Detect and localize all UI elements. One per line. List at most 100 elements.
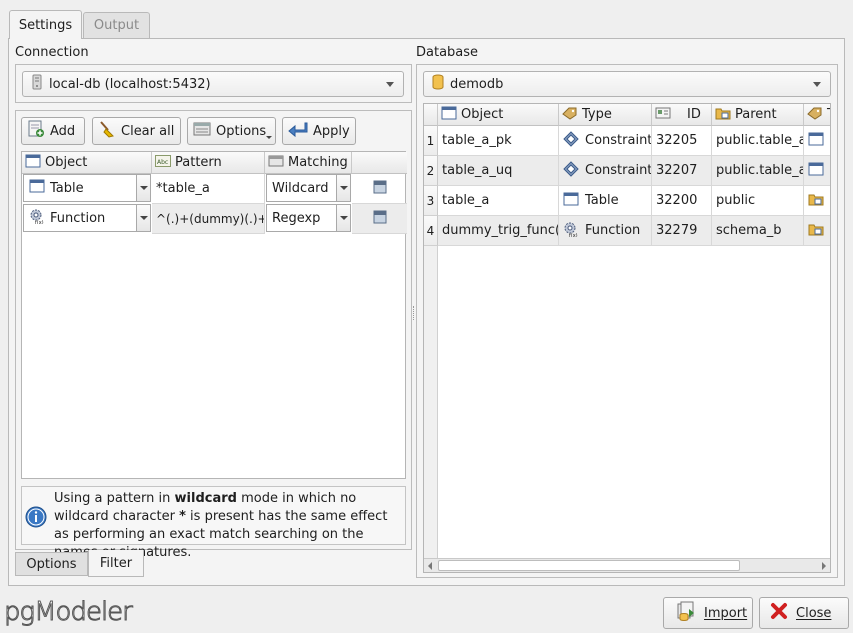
tab-filter[interactable]: Filter	[88, 550, 144, 577]
chevron-down-icon	[136, 175, 150, 201]
matching-icon	[268, 154, 284, 172]
remove-filter-button[interactable]	[352, 174, 407, 204]
object-type-select[interactable]: f(x) Function	[23, 204, 151, 232]
table-row[interactable]: 32200	[652, 186, 712, 216]
tab-options[interactable]: Options	[15, 552, 88, 576]
table-row[interactable]: table_a_pk	[438, 126, 559, 156]
constraint-icon	[563, 160, 579, 181]
remove-filter-button[interactable]	[352, 204, 407, 234]
remove-row-icon	[372, 209, 388, 229]
table-row[interactable]: public.table_a	[712, 126, 804, 156]
tab-output[interactable]: Output	[83, 12, 150, 38]
options-icon	[193, 120, 211, 142]
parent-icon	[715, 106, 731, 124]
table-row[interactable]	[804, 156, 830, 186]
import-button[interactable]: Import	[663, 597, 753, 629]
table-row[interactable]: Table	[559, 186, 652, 216]
chevron-down-icon	[336, 175, 350, 201]
results-header-type[interactable]: Type	[559, 104, 652, 126]
table-row[interactable]: table_a	[438, 186, 559, 216]
info-icon	[25, 506, 47, 532]
constraint-icon	[563, 130, 579, 151]
connection-select[interactable]: local-db (localhost:5432)	[22, 71, 404, 97]
matching-select[interactable]: Regexp	[266, 204, 351, 232]
filter-header-matching[interactable]: Matching	[265, 152, 352, 174]
table-row[interactable]: 32279	[652, 216, 712, 246]
id-card-icon	[655, 106, 671, 124]
pgmodeler-logo: pgModeler	[4, 597, 134, 628]
corner-header	[424, 104, 438, 126]
splitter-handle[interactable]	[413, 306, 415, 320]
table-row[interactable]: Constraint	[559, 126, 652, 156]
menu-indicator-icon	[266, 136, 272, 139]
row-number: 4	[424, 216, 438, 246]
table-icon	[563, 192, 579, 210]
svg-text:f(x): f(x)	[35, 220, 44, 224]
import-icon	[674, 601, 696, 625]
table-icon	[808, 132, 824, 150]
close-icon	[770, 602, 788, 624]
matching-select[interactable]: Wildcard	[266, 174, 351, 202]
connection-label: Connection	[15, 45, 89, 60]
table-row[interactable]: table_a_uq	[438, 156, 559, 186]
type-icon	[562, 106, 578, 124]
table-row[interactable]: Constraint	[559, 156, 652, 186]
function-icon: f(x)	[563, 221, 579, 241]
filter-header-pattern[interactable]: Abc Pattern	[152, 152, 265, 174]
add-button[interactable]: Add	[21, 117, 85, 145]
pattern-input[interactable]: ^(.)+(dummy)(.)+	[152, 204, 265, 234]
scroll-left-icon[interactable]	[428, 562, 432, 570]
table-row[interactable]: dummy_trig_func()	[438, 216, 559, 246]
pattern-input[interactable]: *table_a	[152, 174, 265, 204]
row-number: 1	[424, 126, 438, 156]
tab-settings[interactable]: Settings	[9, 10, 82, 39]
table-row[interactable]	[804, 186, 830, 216]
add-icon	[27, 120, 45, 142]
table-row[interactable]: public	[712, 186, 804, 216]
filter-header-object[interactable]: Object	[22, 152, 152, 174]
objects-table: Object Type ID Parent T 1 table_a_pk Con…	[423, 103, 831, 573]
row-number: 2	[424, 156, 438, 186]
horizontal-scrollbar[interactable]	[424, 558, 830, 572]
info-box: Using a pattern in wildcard mode in whic…	[21, 486, 406, 560]
server-icon	[31, 74, 43, 94]
apply-icon	[288, 120, 308, 142]
results-header-object[interactable]: Object	[438, 104, 559, 126]
clear-all-button[interactable]: Clear all	[92, 117, 181, 145]
type-icon	[807, 106, 823, 124]
table-row[interactable]	[804, 126, 830, 156]
database-label: Database	[416, 45, 479, 60]
schema-icon	[808, 222, 824, 240]
text-pattern-icon: Abc	[155, 154, 171, 172]
table-row[interactable]: schema_b	[712, 216, 804, 246]
row-number: 3	[424, 186, 438, 216]
chevron-down-icon	[136, 205, 150, 231]
table-row[interactable]: f(x) Function	[559, 216, 652, 246]
object-icon	[25, 154, 41, 172]
broom-icon	[98, 120, 116, 142]
function-icon: f(x)	[29, 208, 45, 228]
apply-button[interactable]: Apply	[282, 117, 356, 145]
results-header-parent-type[interactable]: T	[804, 104, 830, 126]
table-row[interactable]: 32205	[652, 126, 712, 156]
scroll-right-icon[interactable]	[822, 562, 826, 570]
database-select[interactable]: demodb	[423, 71, 831, 97]
database-icon	[432, 74, 444, 94]
table-row[interactable]: 32207	[652, 156, 712, 186]
table-row[interactable]: public.table_a	[712, 156, 804, 186]
table-icon	[808, 162, 824, 180]
options-button[interactable]: Options	[187, 117, 276, 145]
scrollbar-thumb[interactable]	[438, 560, 740, 571]
object-type-select[interactable]: Table	[23, 174, 151, 202]
object-icon	[441, 106, 457, 124]
filter-header-actions	[352, 152, 407, 174]
remove-row-icon	[372, 179, 388, 199]
results-header-id[interactable]: ID	[652, 104, 712, 126]
filter-table: Object Abc Pattern Matching Table *table…	[21, 151, 407, 479]
chevron-down-icon	[336, 205, 350, 231]
results-header-parent[interactable]: Parent	[712, 104, 804, 126]
schema-icon	[808, 192, 824, 210]
table-row[interactable]	[804, 216, 830, 246]
svg-text:Abc: Abc	[157, 159, 168, 166]
close-button[interactable]: Close	[759, 597, 849, 629]
